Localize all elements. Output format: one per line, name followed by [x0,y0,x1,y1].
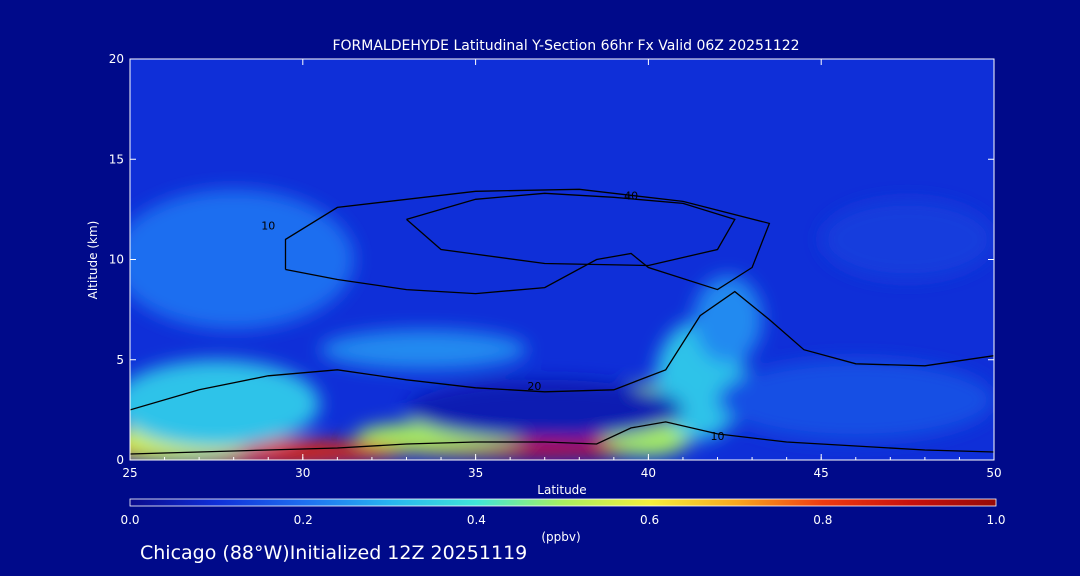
footer-caption: Chicago (88°W)Initialized 12Z 20251119 [140,542,528,564]
x-tick-label-4: 45 [814,466,829,480]
colorbar-tick-label-3: 0.6 [640,513,659,527]
field-blob-11 [821,199,994,280]
colorbar-tick-label-4: 0.8 [813,513,832,527]
colorbar-tick-label-0: 0.0 [120,513,139,527]
contour-label-0: 10 [711,430,725,443]
colorbar-unit-label: (ppbv) [541,530,580,544]
colorbar-tick-label-1: 0.2 [294,513,313,527]
colorbar: 0.0 0.2 0.4 0.6 0.8 1.0 [120,498,1006,527]
field-blob-2 [130,359,321,448]
y-tick-label-4: 20 [109,52,124,66]
y-axis-label: Altitude (km) [86,221,100,300]
chart: FORMALDEHYDE Latitudinal Y-Section 66hr … [86,38,1006,544]
field-blob-12 [406,379,683,440]
x-tick-label-3: 40 [641,466,656,480]
field-blob-9 [320,329,528,370]
y-tick-label-0: 0 [116,453,124,467]
x-tick-label-2: 35 [468,466,483,480]
chart-title: FORMALDEHYDE Latitudinal Y-Section 66hr … [332,38,799,54]
contour-label-3: 10 [261,219,275,232]
colorbar-tick-label-2: 0.4 [467,513,486,527]
y-tick-label-2: 10 [109,253,124,267]
colorbar-tick-label-5: 1.0 [986,513,1005,527]
y-tick-label-3: 15 [109,152,124,166]
field-blob-10 [130,189,355,330]
x-tick-label-0: 25 [122,466,137,480]
field-blob-13 [717,359,994,440]
x-axis-label: Latitude [537,483,586,497]
y-tick-label-1: 5 [116,353,124,367]
field-blob-8 [693,275,763,364]
x-tick-label-1: 30 [295,466,310,480]
x-tick-label-5: 50 [986,466,1001,480]
contour-label-1: 20 [527,380,541,393]
colorbar-bar [129,498,997,507]
